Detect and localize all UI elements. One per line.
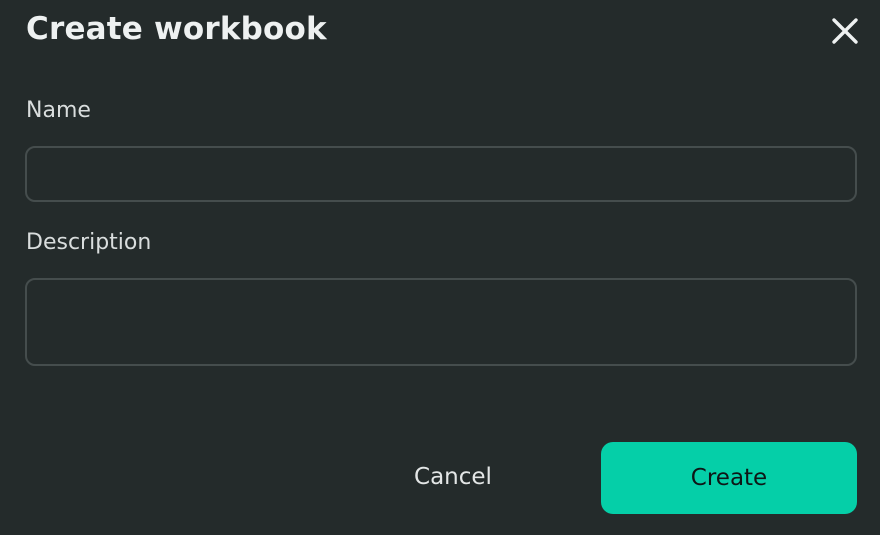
close-button[interactable] — [826, 12, 864, 50]
dialog-title: Create workbook — [26, 11, 327, 47]
create-button[interactable]: Create — [601, 442, 857, 514]
cancel-button[interactable]: Cancel — [380, 446, 526, 508]
create-workbook-dialog: Create workbook Name Description Cancel … — [0, 0, 880, 535]
description-label: Description — [26, 230, 152, 255]
description-input[interactable] — [25, 278, 857, 366]
name-input[interactable] — [25, 146, 857, 202]
close-icon — [832, 18, 858, 44]
name-label: Name — [26, 98, 91, 123]
